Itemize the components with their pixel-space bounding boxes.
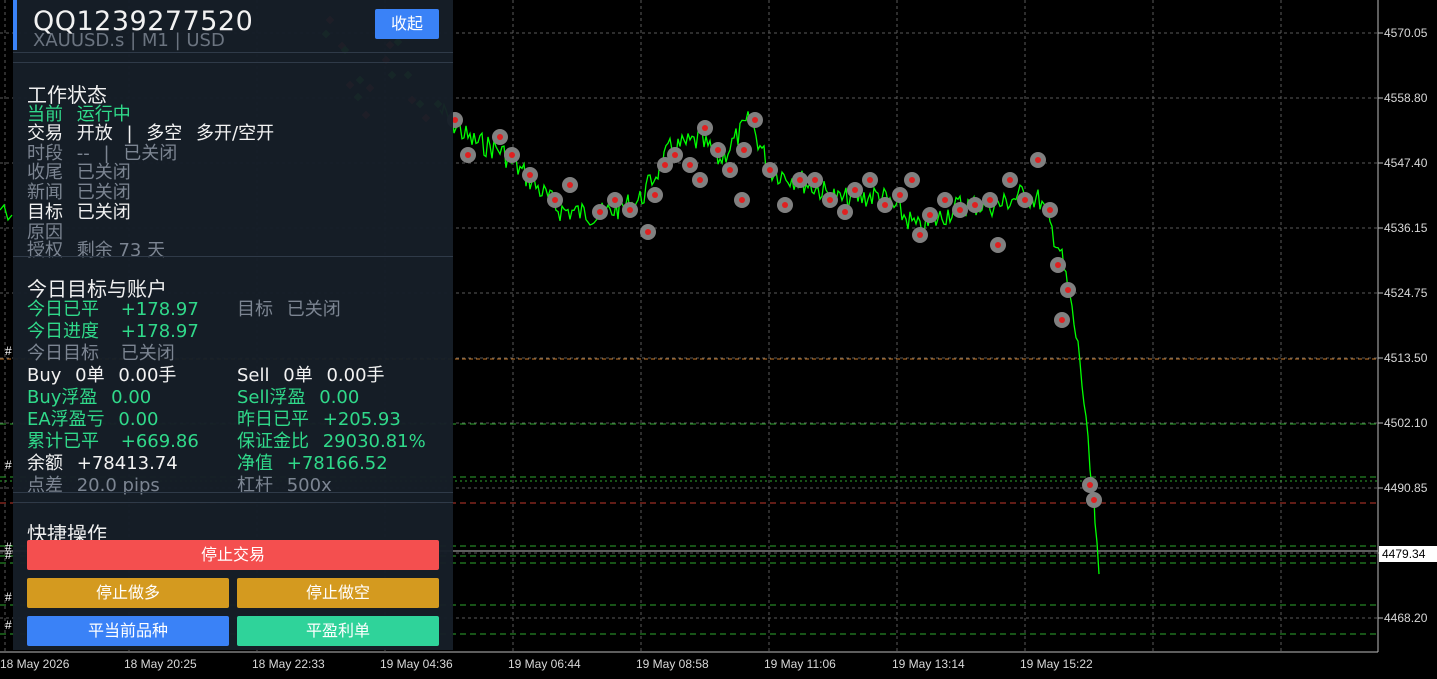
divider [13,256,453,257]
level-marker: # [5,344,12,358]
time-axis-label: 18 May 2026 [0,657,70,671]
order-marker-dot [697,177,703,183]
order-marker-dot [465,152,471,158]
order-marker-dot [1047,207,1053,213]
stop-short-button[interactable]: 停止做空 [237,578,439,608]
status-license-row: 授权 剩余 73 天 [27,236,165,262]
order-marker-dot [645,229,651,235]
trade-mode: 多开/空开 [196,123,275,144]
order-marker-dot [1055,262,1061,268]
order-marker-dot [652,192,658,198]
stop-long-button[interactable]: 停止做多 [27,578,229,608]
order-marker-dot [741,147,747,153]
order-marker-dot [627,207,633,213]
order-marker-dot [752,117,758,123]
level-marker: # [5,458,12,472]
current-price-label: 4479.34 [1379,546,1437,562]
order-marker-dot [897,192,903,198]
stop-trading-button[interactable]: 停止交易 [27,540,439,570]
order-marker-dot [972,202,978,208]
order-marker-dot [827,197,833,203]
divider [13,492,453,493]
price-level-label: 4570.05 [1384,26,1428,40]
order-marker-dot [1065,287,1071,293]
order-marker-dot [687,162,693,168]
level-marker: # [5,548,12,562]
order-marker-dot [552,197,558,203]
order-marker-dot [1059,317,1065,323]
order-marker-dot [942,197,948,203]
order-marker-dot [1007,177,1013,183]
order-marker-dot [497,134,503,140]
order-marker-dot [662,162,668,168]
close-symbol-button[interactable]: 平当前品种 [27,616,229,646]
order-marker-dot [867,177,873,183]
order-marker-dot [739,197,745,203]
target-value: 已关闭 [286,299,341,320]
order-marker-dot [1087,482,1093,488]
target-value: 已关闭 [76,202,131,223]
order-marker-dot [917,232,923,238]
time-axis-label: 19 May 08:58 [636,657,709,671]
price-series-line [0,203,13,222]
price-level-label: 4524.75 [1384,286,1428,300]
order-marker-dot [812,177,818,183]
price-level-label: 4513.50 [1384,351,1428,365]
order-marker-dot [597,209,603,215]
level-marker: # [5,590,12,604]
license-key: 授权 [27,240,63,261]
spread-row: 点差 20.0 pips [27,471,160,497]
order-marker-dot [1022,197,1028,203]
order-marker-dot [909,177,915,183]
order-marker-dot [957,207,963,213]
order-marker-dot [567,182,573,188]
order-marker-dot [509,152,515,158]
time-axis-label: 18 May 22:33 [252,657,325,671]
symbol-timeframe: XAUUSD.s | M1 | USD [33,30,225,51]
price-level-label: 4547.40 [1384,156,1428,170]
time-axis-label: 19 May 15:22 [1020,657,1093,671]
price-level-label: 4490.85 [1384,481,1428,495]
price-level-label: 4536.15 [1384,221,1428,235]
time-axis-label: 19 May 06:44 [508,657,581,671]
divider [13,52,453,53]
license-value: 剩余 73 天 [76,240,166,261]
divider [13,502,453,503]
order-marker-dot [882,202,888,208]
order-marker-dot [702,125,708,131]
order-marker-dot [987,197,993,203]
order-marker-dot [767,167,773,173]
time-axis-label: 19 May 13:14 [892,657,965,671]
order-marker-dot [1035,157,1041,163]
target-key: 目标 [237,299,273,320]
price-level-label: 4502.10 [1384,416,1428,430]
order-marker-dot [527,172,533,178]
order-marker-dot [842,209,848,215]
order-marker-dot [852,187,858,193]
divider [13,62,453,63]
leverage-row: 杠杆 500x [237,471,332,497]
order-marker-dot [797,177,803,183]
close-profit-button[interactable]: 平盈利单 [237,616,439,646]
time-axis-label: 18 May 20:25 [124,657,197,671]
ea-control-panel: QQ1239277520 XAUUSD.s | M1 | USD 收起 工作状态… [13,0,453,650]
order-marker-dot [1091,497,1097,503]
order-marker-dot [672,152,678,158]
price-level-label: 4468.20 [1384,611,1428,625]
target-row: 目标 已关闭 [237,295,341,321]
time-axis-label: 19 May 04:36 [380,657,453,671]
price-level-label: 4558.80 [1384,91,1428,105]
order-marker-dot [612,197,618,203]
order-marker-dot [782,202,788,208]
order-marker-dot [927,212,933,218]
collapse-button[interactable]: 收起 [375,9,439,39]
order-marker-dot [995,242,1001,248]
time-axis-label: 19 May 11:06 [764,657,836,671]
order-marker-dot [715,147,721,153]
order-marker-dot [727,167,733,173]
panel-accent-bar [13,0,17,50]
level-marker: # [5,618,12,632]
period-state: 已关闭 [123,143,178,164]
